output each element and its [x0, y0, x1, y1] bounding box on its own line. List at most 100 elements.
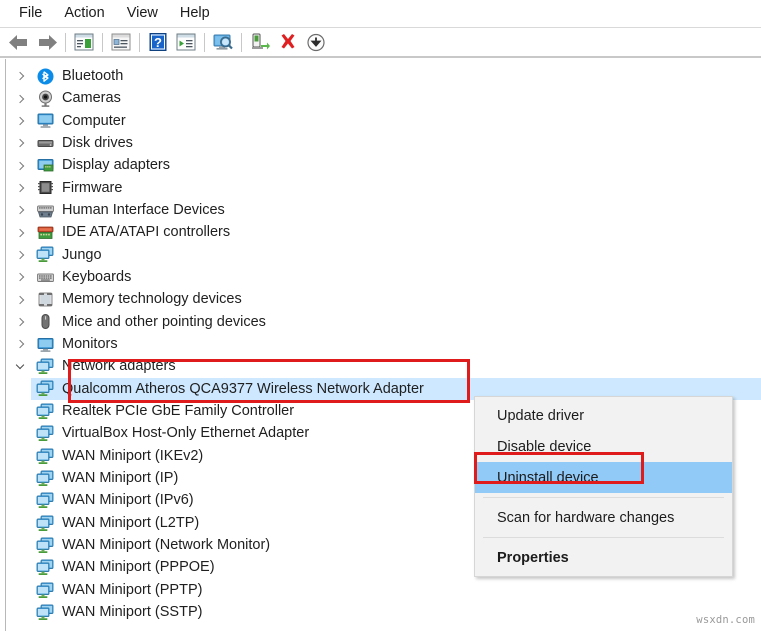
- chevron-right-icon[interactable]: [7, 140, 33, 146]
- tree-item-bluetooth[interactable]: Bluetooth: [7, 65, 761, 87]
- network-adapter-icon: [33, 537, 57, 554]
- disable-device-icon[interactable]: [246, 29, 274, 55]
- context-menu-separator: [483, 537, 724, 538]
- tree-item-label: Jungo: [62, 246, 102, 263]
- menu-view[interactable]: View: [116, 3, 169, 25]
- display-adapter-icon: [33, 157, 57, 174]
- tree-item-label: WAN Miniport (IKEv2): [62, 447, 204, 464]
- tree-item-label: Realtek PCIe GbE Family Controller: [62, 403, 295, 420]
- ide-controller-icon: [33, 224, 57, 241]
- chevron-right-icon[interactable]: [7, 230, 33, 236]
- tree-item-monitors[interactable]: Monitors: [7, 333, 761, 355]
- tree-item-label: Human Interface Devices: [62, 201, 225, 218]
- chevron-right-icon[interactable]: [7, 252, 33, 258]
- network-adapter-icon: [33, 604, 57, 621]
- tree-pane-border: [5, 59, 6, 631]
- show-hide-console-tree-icon[interactable]: [70, 29, 98, 55]
- network-adapter-icon: [33, 515, 57, 532]
- menu-action[interactable]: Action: [53, 3, 115, 25]
- svg-text:?: ?: [154, 35, 162, 50]
- firmware-icon: [33, 179, 57, 196]
- tree-item-ide-controllers[interactable]: IDE ATA/ATAPI controllers: [7, 221, 761, 243]
- tree-item-disk-drives[interactable]: Disk drives: [7, 132, 761, 154]
- tree-item-network-adapters[interactable]: Network adapters: [7, 355, 761, 377]
- network-adapter-icon: [33, 448, 57, 465]
- toolbar-separator: [65, 32, 66, 52]
- tree-item-memory-technology-devices[interactable]: Memory technology devices: [7, 288, 761, 310]
- toolbar-separator: [204, 32, 205, 52]
- tree-item-label: Computer: [62, 112, 126, 129]
- context-menu-item-uninstall-device[interactable]: Uninstall device: [475, 462, 732, 493]
- watermark: wsxdn.com: [696, 614, 755, 626]
- forward-arrow-icon[interactable]: [33, 29, 61, 55]
- hid-icon: [33, 202, 57, 219]
- network-adapter-icon: [33, 492, 57, 509]
- network-adapter-icon: [33, 403, 57, 420]
- network-adapter-icon: [33, 470, 57, 487]
- tree-item-cameras[interactable]: Cameras: [7, 87, 761, 109]
- context-menu-item-update-driver[interactable]: Update driver: [475, 400, 732, 431]
- tree-item-display-adapters[interactable]: Display adapters: [7, 154, 761, 176]
- tree-item-label: WAN Miniport (PPPOE): [62, 559, 215, 576]
- tree-item-label: Mice and other pointing devices: [62, 313, 266, 330]
- menu-file[interactable]: File: [8, 3, 53, 25]
- uninstall-device-icon[interactable]: [274, 29, 302, 55]
- tree-item-label: Display adapters: [62, 157, 170, 174]
- chevron-right-icon[interactable]: [7, 297, 33, 303]
- chevron-right-icon[interactable]: [7, 96, 33, 102]
- tree-item-label: WAN Miniport (IPv6): [62, 492, 194, 509]
- context-menu-separator: [483, 497, 724, 498]
- tree-item-label: WAN Miniport (IP): [62, 470, 179, 487]
- network-adapter-icon: [33, 559, 57, 576]
- disk-drive-icon: [33, 135, 57, 152]
- chevron-right-icon[interactable]: [7, 207, 33, 213]
- chevron-right-icon[interactable]: [7, 319, 33, 325]
- tree-item-human-interface-devices[interactable]: Human Interface Devices: [7, 199, 761, 221]
- chevron-right-icon[interactable]: [7, 163, 33, 169]
- tree-item-label: Disk drives: [62, 134, 133, 151]
- network-adapter-icon: [33, 582, 57, 599]
- tree-item-computer[interactable]: Computer: [7, 110, 761, 132]
- update-driver-icon[interactable]: [172, 29, 200, 55]
- tree-item-label: IDE ATA/ATAPI controllers: [62, 224, 231, 241]
- tree-item-firmware[interactable]: Firmware: [7, 177, 761, 199]
- chevron-down-icon[interactable]: [7, 365, 33, 368]
- tree-item-keyboards[interactable]: Keyboards: [7, 266, 761, 288]
- chevron-right-icon[interactable]: [7, 73, 33, 79]
- properties-icon[interactable]: [107, 29, 135, 55]
- menu-help[interactable]: Help: [169, 3, 221, 25]
- chevron-right-icon[interactable]: [7, 118, 33, 124]
- context-menu-item-properties[interactable]: Properties: [475, 542, 732, 573]
- context-menu-item-scan-hardware-changes[interactable]: Scan for hardware changes: [475, 502, 732, 533]
- tree-item-label: WAN Miniport (PPTP): [62, 581, 203, 598]
- memory-device-icon: [33, 291, 57, 308]
- tree-item-label: WAN Miniport (L2TP): [62, 514, 200, 531]
- network-adapter-icon: [33, 246, 57, 263]
- toolbar-separator: [139, 32, 140, 52]
- tree-item-wan-miniport-pptp[interactable]: WAN Miniport (PPTP): [7, 579, 761, 601]
- tree-item-label: WAN Miniport (Network Monitor): [62, 537, 271, 554]
- tree-item-wan-miniport-sstp[interactable]: WAN Miniport (SSTP): [7, 601, 761, 623]
- chevron-right-icon[interactable]: [7, 185, 33, 191]
- context-menu-item-disable-device[interactable]: Disable device: [475, 431, 732, 462]
- back-arrow-icon[interactable]: [5, 29, 33, 55]
- network-adapter-icon: [33, 358, 57, 375]
- toolbar: ?: [0, 28, 761, 56]
- camera-icon: [33, 90, 57, 107]
- tree-item-label: Memory technology devices: [62, 291, 242, 308]
- tree-item-jungo[interactable]: Jungo: [7, 244, 761, 266]
- menu-bar: File Action View Help: [0, 0, 761, 27]
- monitor-icon: [33, 336, 57, 353]
- mouse-icon: [33, 313, 57, 330]
- help-icon[interactable]: ?: [144, 29, 172, 55]
- tree-item-label: Network adapters: [62, 358, 176, 375]
- toolbar-separator: [241, 32, 242, 52]
- chevron-right-icon[interactable]: [7, 341, 33, 347]
- context-menu[interactable]: Update driver Disable device Uninstall d…: [474, 396, 733, 577]
- tree-item-label: Keyboards: [62, 269, 132, 286]
- tree-item-mice-pointing-devices[interactable]: Mice and other pointing devices: [7, 311, 761, 333]
- tree-item-label: Qualcomm Atheros QCA9377 Wireless Networ…: [62, 380, 424, 397]
- chevron-right-icon[interactable]: [7, 274, 33, 280]
- scan-hardware-changes-icon[interactable]: [209, 29, 237, 55]
- enable-device-icon[interactable]: [302, 29, 330, 55]
